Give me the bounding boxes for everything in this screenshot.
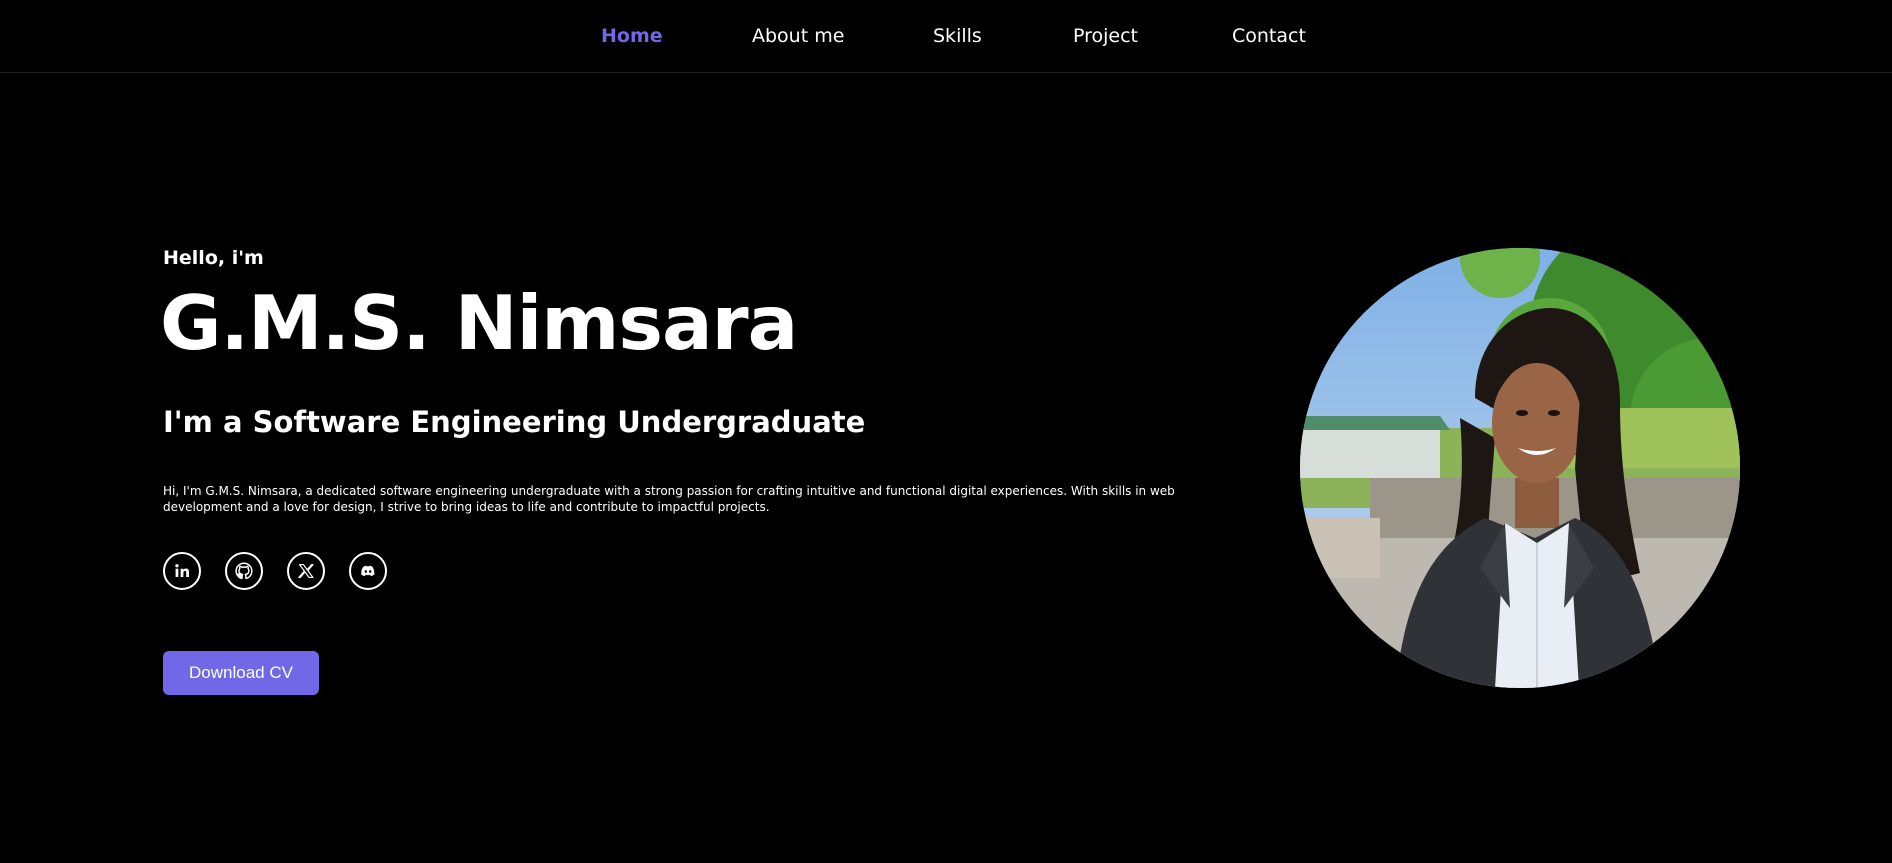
nav-project[interactable]: Project — [1073, 22, 1138, 50]
linkedin-link[interactable] — [163, 552, 201, 590]
nav-home[interactable]: Home — [601, 22, 663, 50]
x-twitter-icon — [298, 563, 314, 579]
download-cv-button[interactable]: Download CV — [163, 651, 319, 695]
hero-greeting: Hello, i'm — [163, 247, 264, 269]
hero-role: I'm a Software Engineering Undergraduate — [163, 405, 866, 439]
github-icon — [235, 562, 253, 580]
nav-skills[interactable]: Skills — [933, 22, 982, 50]
discord-icon — [361, 565, 375, 577]
nav-about-me[interactable]: About me — [752, 22, 844, 50]
profile-photo — [1300, 248, 1740, 688]
hero-bio: Hi, I'm G.M.S. Nimsara, a dedicated soft… — [163, 484, 1175, 514]
top-navigation: Home About me Skills Project Contact — [0, 0, 1892, 73]
nav-contact[interactable]: Contact — [1232, 22, 1306, 50]
hero-name: G.M.S. Nimsara — [160, 279, 798, 367]
linkedin-icon — [175, 564, 189, 577]
x-twitter-link[interactable] — [287, 552, 325, 590]
github-link[interactable] — [225, 552, 263, 590]
discord-link[interactable] — [349, 552, 387, 590]
